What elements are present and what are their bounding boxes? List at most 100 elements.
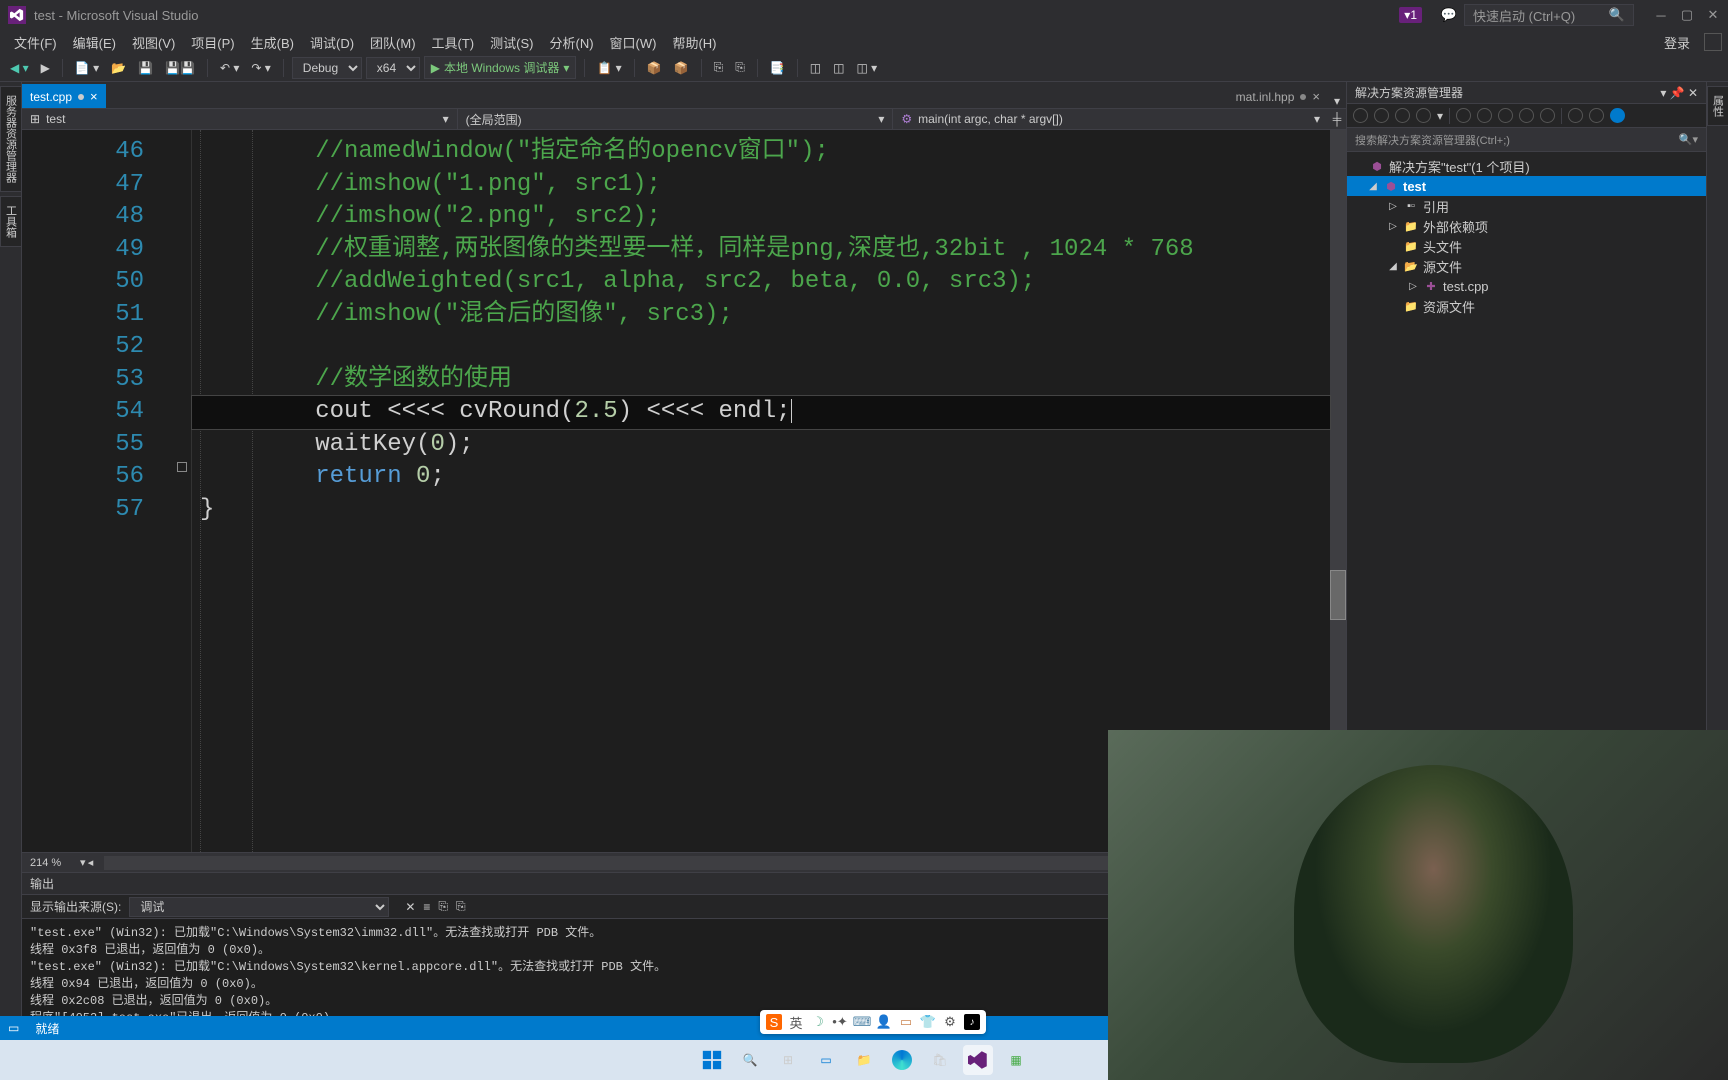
tab-mat-inl-hpp[interactable]: mat.inl.hpp×	[1228, 84, 1328, 108]
ime-punct-icon[interactable]: •✦	[832, 1014, 848, 1030]
ime-tray[interactable]: S 英 ☽ •✦ ⌨ 👤 ▭ 👕 ⚙ ♪	[760, 1010, 986, 1034]
panel-menu-icon[interactable]: ▾ 📌 ✕	[1660, 86, 1698, 100]
tb-icon-7[interactable]: ◫	[806, 59, 825, 77]
tb-icon-5[interactable]: ⎘	[731, 58, 749, 77]
ime-moon-icon[interactable]: ☽	[810, 1014, 826, 1030]
save-all-button[interactable]: 💾💾	[161, 59, 199, 77]
output-icon-4[interactable]: ⎘	[456, 899, 466, 914]
run-button[interactable]: ▶ 本地 Windows 调试器 ▾	[424, 56, 577, 79]
ime-person-icon[interactable]: 👤	[876, 1014, 892, 1030]
tb-icon-6[interactable]: 📑	[766, 59, 789, 77]
app-button[interactable]: ▦	[1001, 1045, 1031, 1075]
widgets-button[interactable]: ▭	[811, 1045, 841, 1075]
se-icon-5[interactable]	[1540, 108, 1555, 123]
close-tab-icon[interactable]: ×	[1312, 89, 1320, 104]
menu-build[interactable]: 生成(B)	[243, 30, 302, 55]
task-view-button[interactable]: ⊞	[773, 1045, 803, 1075]
output-source-select[interactable]: 调试	[129, 897, 389, 917]
se-icon-8[interactable]	[1610, 108, 1625, 123]
quick-launch-input[interactable]: 快速启动 (Ctrl+Q)🔍	[1464, 4, 1634, 26]
collapse-icon[interactable]	[1416, 108, 1431, 123]
menu-team[interactable]: 团队(M)	[362, 30, 424, 55]
project-node[interactable]: ◢⬢test	[1347, 176, 1706, 196]
tb-icon-1[interactable]: 📋 ▾	[593, 59, 625, 77]
menu-view[interactable]: 视图(V)	[124, 30, 183, 55]
refresh-icon[interactable]	[1374, 108, 1389, 123]
references-node[interactable]: ▷▪▫引用	[1347, 196, 1706, 216]
tb-icon-2[interactable]: 📦	[643, 59, 666, 77]
tb-icon-3[interactable]: 📦	[670, 59, 693, 77]
split-icon[interactable]: ╪	[1328, 112, 1346, 126]
save-button[interactable]: 💾	[134, 59, 157, 77]
resources-node[interactable]: 📁资源文件	[1347, 296, 1706, 316]
sync-icon[interactable]	[1395, 108, 1410, 123]
tab-dropdown-icon[interactable]: ▾	[1328, 94, 1346, 108]
menu-project[interactable]: 项目(P)	[183, 30, 242, 55]
nav-fwd-button[interactable]: ▶	[37, 59, 54, 77]
function-dropdown[interactable]: ⚙main(int argc, char * argv[])▾	[893, 109, 1328, 129]
context-dropdown[interactable]: (全局范围)▾	[458, 109, 894, 129]
tb-icon-9[interactable]: ◫ ▾	[852, 59, 881, 77]
toggle-wrap-icon[interactable]: ≡	[423, 900, 430, 914]
properties-collapsed-tab[interactable]: 属性	[1707, 86, 1728, 126]
server-explorer-tab[interactable]: 服务器资源管理器	[0, 86, 22, 192]
solution-search-input[interactable]: 搜索解决方案资源管理器(Ctrl+;)🔍▾	[1347, 128, 1706, 152]
output-icon-3[interactable]: ⎘	[438, 899, 448, 914]
ime-shirt-icon[interactable]: 👕	[920, 1014, 936, 1030]
new-project-button[interactable]: 📄 ▾	[71, 59, 103, 77]
ime-kbd-icon[interactable]: ⌨	[854, 1014, 870, 1030]
maximize-button[interactable]: ▢	[1680, 8, 1694, 22]
tab-test-cpp[interactable]: test.cpp×	[22, 84, 106, 108]
explorer-button[interactable]: 📁	[849, 1045, 879, 1075]
menu-debug[interactable]: 调试(D)	[302, 30, 362, 55]
se-icon-1[interactable]	[1456, 108, 1471, 123]
solution-tree[interactable]: ⬢解决方案"test"(1 个项目) ◢⬢test ▷▪▫引用 ▷📁外部依赖项 …	[1347, 152, 1706, 830]
se-icon-6[interactable]	[1568, 108, 1583, 123]
toolbox-tab[interactable]: 工具箱	[0, 196, 22, 247]
ime-logo-icon[interactable]: S	[766, 1014, 782, 1030]
notification-badge[interactable]: ▾1	[1399, 7, 1422, 23]
search-button[interactable]: 🔍	[735, 1045, 765, 1075]
menu-edit[interactable]: 编辑(E)	[65, 30, 124, 55]
zoom-select[interactable]: 214 %	[30, 857, 80, 869]
menu-tools[interactable]: 工具(T)	[424, 30, 483, 55]
scope-dropdown[interactable]: ⊞test▾	[22, 109, 458, 129]
close-tab-icon[interactable]: ×	[90, 89, 98, 104]
tb-icon-4[interactable]: ⎘	[710, 58, 728, 77]
redo-button[interactable]: ↷ ▾	[247, 59, 274, 77]
sources-node[interactable]: ◢📂源文件	[1347, 256, 1706, 276]
ime-lang-icon[interactable]: 英	[788, 1014, 804, 1030]
se-icon-4[interactable]	[1519, 108, 1534, 123]
se-icon-3[interactable]	[1498, 108, 1513, 123]
external-deps-node[interactable]: ▷📁外部依赖项	[1347, 216, 1706, 236]
scroll-left-icon[interactable]: ◂	[86, 856, 96, 869]
source-file-node[interactable]: ▷✚test.cpp	[1347, 276, 1706, 296]
feedback-icon[interactable]: 💬	[1442, 8, 1456, 22]
tb-icon-8[interactable]: ◫	[829, 59, 848, 77]
platform-select[interactable]: x64	[366, 57, 420, 79]
minimize-button[interactable]: ─	[1654, 8, 1668, 22]
store-button[interactable]: 🛍	[925, 1045, 955, 1075]
se-icon-2[interactable]	[1477, 108, 1492, 123]
open-button[interactable]: 📂	[107, 59, 130, 77]
headers-node[interactable]: 📁头文件	[1347, 236, 1706, 256]
ime-gear-icon[interactable]: ⚙	[942, 1014, 958, 1030]
menu-analyze[interactable]: 分析(N)	[541, 30, 601, 55]
edge-button[interactable]	[887, 1045, 917, 1075]
solution-node[interactable]: ⬢解决方案"test"(1 个项目)	[1347, 156, 1706, 176]
ime-box-icon[interactable]: ▭	[898, 1014, 914, 1030]
home-icon[interactable]	[1353, 108, 1368, 123]
se-icon-7[interactable]	[1589, 108, 1604, 123]
login-button[interactable]: 登录	[1656, 30, 1698, 55]
close-button[interactable]: ✕	[1706, 8, 1720, 22]
menu-window[interactable]: 窗口(W)	[602, 30, 665, 55]
nav-back-button[interactable]: ◀ ▾	[6, 59, 33, 77]
ime-tiktok-icon[interactable]: ♪	[964, 1014, 980, 1030]
vs-button[interactable]	[963, 1045, 993, 1075]
clear-output-icon[interactable]: ✕	[405, 900, 415, 914]
start-button[interactable]	[697, 1045, 727, 1075]
user-icon[interactable]	[1704, 33, 1722, 51]
config-select[interactable]: Debug	[292, 57, 362, 79]
menu-file[interactable]: 文件(F)	[6, 30, 65, 55]
menu-help[interactable]: 帮助(H)	[664, 30, 724, 55]
